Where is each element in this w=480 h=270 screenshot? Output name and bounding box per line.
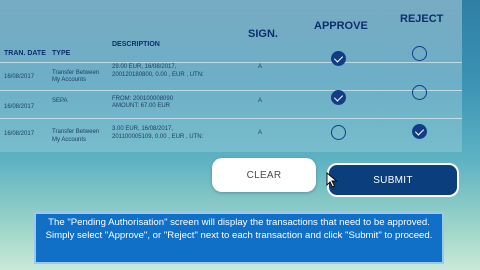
row-type-line1: SEPA <box>52 98 68 104</box>
row-type-line1: Transfer Between <box>52 129 100 135</box>
row-desc-line2: 201100005109, 0.00 , EUR , UTN: <box>112 134 204 140</box>
table-row: 16/08/2017 Transfer Between My Accounts … <box>0 118 462 147</box>
reject-radio[interactable] <box>412 46 427 61</box>
column-header-approve: APPROVE <box>314 20 368 32</box>
row-desc-line1: 29.00 EUR, 16/08/2017, <box>112 64 177 70</box>
tutorial-caption: The "Pending Authorisation" screen will … <box>34 212 444 264</box>
row-desc-line1: 3.00 EUR, 16/08/2017, <box>112 126 174 132</box>
column-header-tran-date: TRAN. DATE <box>4 50 46 57</box>
row-desc-line2: AMOUNT: 67.00 EUR <box>112 103 171 109</box>
approve-radio-checked[interactable] <box>331 90 346 105</box>
column-header-reject: REJECT <box>400 13 444 25</box>
row-sign: A <box>258 130 263 136</box>
approve-radio[interactable] <box>331 125 346 140</box>
row-date: 16/08/2017 <box>4 74 35 80</box>
reject-radio[interactable] <box>412 85 427 100</box>
row-sign: A <box>258 98 263 104</box>
table-row: 16/08/2017 SEPA FROM: 200100008090 AMOUN… <box>0 85 462 119</box>
reject-radio-checked[interactable] <box>412 124 427 139</box>
column-header-sign: SIGN. <box>248 28 278 40</box>
clear-button[interactable]: CLEAR <box>212 158 316 192</box>
pending-authorisation-table: TRAN. DATE TYPE DESCRIPTION SIGN. APPROV… <box>0 0 462 152</box>
column-header-type: TYPE <box>52 50 71 57</box>
row-type-line2: My Accounts <box>52 77 87 83</box>
approve-radio-checked[interactable] <box>331 51 346 66</box>
row-type-line2: My Accounts <box>52 137 87 143</box>
table-row: 16/08/2017 Transfer Between My Accounts … <box>0 46 462 91</box>
row-date: 16/08/2017 <box>4 104 35 110</box>
row-date: 16/08/2017 <box>4 131 35 137</box>
mouse-pointer-icon <box>326 172 338 188</box>
row-sign: A <box>258 64 263 70</box>
column-header-description: DESCRIPTION <box>112 41 160 48</box>
submit-button[interactable]: SUBMIT <box>327 163 459 197</box>
row-desc-line2: 200120180800, 0.00 , EUR , UTN: <box>112 72 204 78</box>
